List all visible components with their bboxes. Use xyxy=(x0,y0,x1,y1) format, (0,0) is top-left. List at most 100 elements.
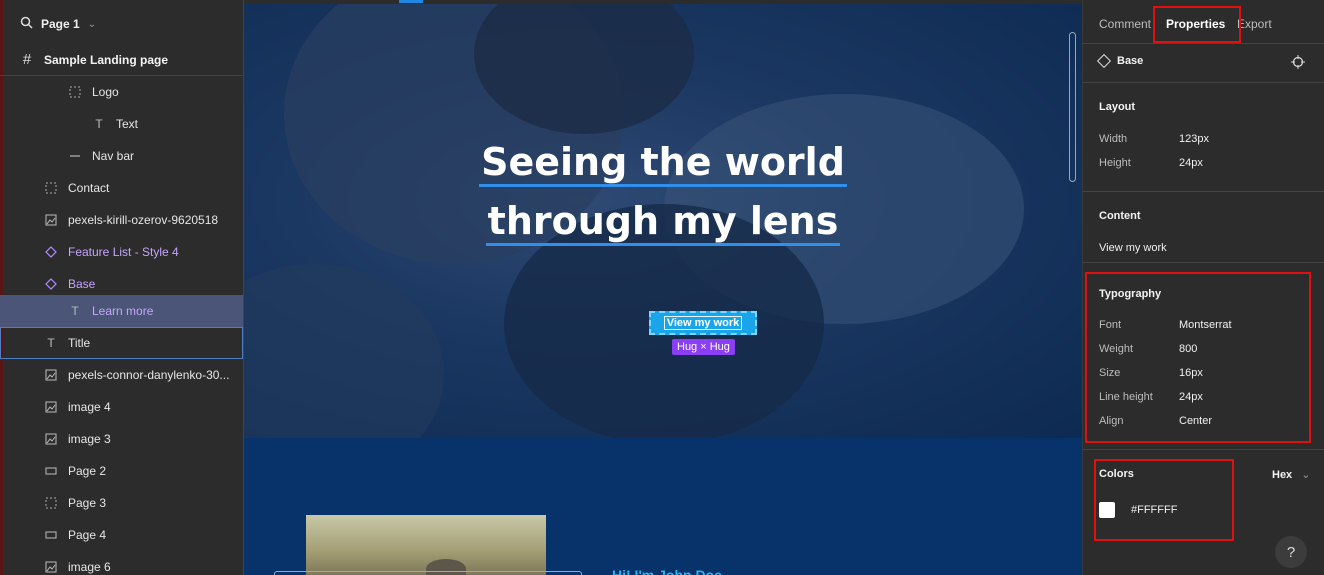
dashed-frame-icon xyxy=(44,496,58,510)
image-icon xyxy=(44,213,58,227)
frame-layer-label: Sample Landing page xyxy=(44,52,169,67)
size-label: Size xyxy=(1099,367,1121,379)
layer-row[interactable]: T Text xyxy=(0,108,243,140)
layer-row[interactable]: image 3 xyxy=(0,423,243,455)
height-value[interactable]: 24px xyxy=(1179,157,1203,169)
layer-label: Text xyxy=(116,117,139,131)
layer-row[interactable]: Feature List - Style 4 xyxy=(0,236,243,268)
layer-label: Learn more xyxy=(92,304,154,318)
layer-row[interactable]: Page 2 xyxy=(0,455,243,487)
layer-row[interactable]: Page 3 xyxy=(0,487,243,519)
layer-row-hovered[interactable]: T Title xyxy=(0,327,243,359)
page-selector[interactable]: Page 1 ⌄ xyxy=(20,14,96,34)
layer-label: Nav bar xyxy=(92,149,135,163)
rectangle-icon xyxy=(44,464,58,478)
hero-title[interactable]: Seeing the world through my lens xyxy=(244,136,1082,254)
size-value[interactable]: 16px xyxy=(1179,367,1203,379)
layer-row[interactable]: Contact xyxy=(0,172,243,204)
text-icon: T xyxy=(71,304,79,318)
target-icon[interactable] xyxy=(1291,55,1305,69)
align-label: Align xyxy=(1099,415,1124,427)
layer-row[interactable]: image 6 xyxy=(0,551,243,575)
dashed-frame-icon xyxy=(68,85,82,99)
layout-section: Layout Width 123px Height 24px xyxy=(1083,83,1324,192)
layer-label: Page 4 xyxy=(68,528,107,542)
layers-panel: Page 1 ⌄ # Sample Landing page Logo T Te… xyxy=(0,0,244,575)
layer-row-selected[interactable]: T Learn more xyxy=(0,295,243,327)
layer-label: image 3 xyxy=(68,432,111,446)
hex-value[interactable]: #FFFFFF xyxy=(1131,504,1177,516)
selection-section: Base xyxy=(1083,44,1324,83)
font-value[interactable]: Montserrat xyxy=(1179,319,1232,331)
layout-title: Layout xyxy=(1099,101,1136,113)
selection-name: Base xyxy=(1117,55,1144,67)
frame-icon: # xyxy=(22,51,32,68)
weight-value[interactable]: 800 xyxy=(1179,343,1197,355)
layer-row[interactable]: Logo xyxy=(0,76,243,108)
selection-name-row[interactable]: Base xyxy=(1096,53,1144,69)
greeting-heading[interactable]: Hi! I'm John Doe xyxy=(612,567,722,575)
align-value[interactable]: Center xyxy=(1179,415,1212,427)
layer-label: Logo xyxy=(92,85,119,99)
chevron-down-icon[interactable]: ⌄ xyxy=(88,19,96,30)
design-canvas[interactable]: Seeing the world through my lens View my… xyxy=(244,4,1082,575)
content-title: Content xyxy=(1099,210,1141,222)
highlight-box-properties xyxy=(1153,6,1241,43)
image-frame-outline xyxy=(274,571,582,575)
layer-label: image 6 xyxy=(68,560,111,574)
image-icon xyxy=(44,432,58,446)
search-icon[interactable] xyxy=(20,16,33,32)
cta-label: View my work xyxy=(663,316,743,330)
hero-section[interactable]: Seeing the world through my lens View my… xyxy=(244,4,1082,438)
help-button[interactable]: ? xyxy=(1275,536,1307,568)
width-value[interactable]: 123px xyxy=(1179,133,1209,145)
color-format-select[interactable]: Hex ⌄ xyxy=(1272,468,1310,481)
view-my-work-button[interactable]: View my work xyxy=(649,311,757,335)
layer-label: pexels-kirill-ozerov-9620518 xyxy=(68,213,219,227)
inspector-tabs: Comment Properties Export xyxy=(1083,0,1324,44)
text-icon: T xyxy=(95,117,103,131)
layer-row[interactable]: Nav bar xyxy=(0,140,243,172)
layer-label: Title xyxy=(68,336,91,350)
component-icon xyxy=(44,245,58,259)
typography-section: Typography Font Montserrat Weight 800 Si… xyxy=(1083,263,1324,449)
height-label: Height xyxy=(1099,157,1131,169)
line-height-value[interactable]: 24px xyxy=(1179,391,1203,403)
typography-title: Typography xyxy=(1099,288,1162,300)
font-label: Font xyxy=(1099,319,1122,331)
layer-label: Page 3 xyxy=(68,496,107,510)
hug-size-badge: Hug × Hug xyxy=(672,339,735,355)
weight-label: Weight xyxy=(1099,343,1134,355)
hero-title-line-1: Seeing the world xyxy=(479,140,847,187)
frame-layer-row[interactable]: # Sample Landing page xyxy=(0,44,243,76)
component-icon xyxy=(1096,53,1112,69)
tab-comment[interactable]: Comment xyxy=(1099,17,1151,31)
line-icon xyxy=(68,149,82,163)
layer-row[interactable]: Page 4 xyxy=(0,519,243,551)
image-icon xyxy=(44,368,58,382)
rectangle-icon xyxy=(44,528,58,542)
color-swatch[interactable] xyxy=(1099,502,1115,518)
layer-row[interactable]: pexels-connor-danylenko-30... xyxy=(0,359,243,391)
about-section[interactable]: Hi! I'm John Doe xyxy=(244,438,1082,575)
layer-label: Base xyxy=(68,277,96,291)
portrait-image[interactable] xyxy=(306,515,546,575)
colors-title: Colors xyxy=(1099,468,1134,480)
text-icon: T xyxy=(47,336,55,350)
content-section: Content View my work xyxy=(1083,192,1324,263)
layer-label: image 4 xyxy=(68,400,111,414)
tab-export[interactable]: Export xyxy=(1237,17,1272,31)
image-icon xyxy=(44,400,58,414)
canvas-scrollbar[interactable] xyxy=(1069,32,1076,182)
layer-row[interactable]: pexels-kirill-ozerov-9620518 xyxy=(0,204,243,236)
image-icon xyxy=(44,560,58,574)
layer-row[interactable]: image 4 xyxy=(0,391,243,423)
hero-title-line-2: through my lens xyxy=(485,199,841,246)
page-selector-label[interactable]: Page 1 xyxy=(41,17,80,31)
color-format-label: Hex xyxy=(1272,469,1293,481)
layer-label: Contact xyxy=(68,181,110,195)
top-accent xyxy=(399,0,423,3)
background-shape xyxy=(244,264,444,438)
content-value[interactable]: View my work xyxy=(1099,242,1167,254)
dashed-frame-icon xyxy=(44,181,58,195)
